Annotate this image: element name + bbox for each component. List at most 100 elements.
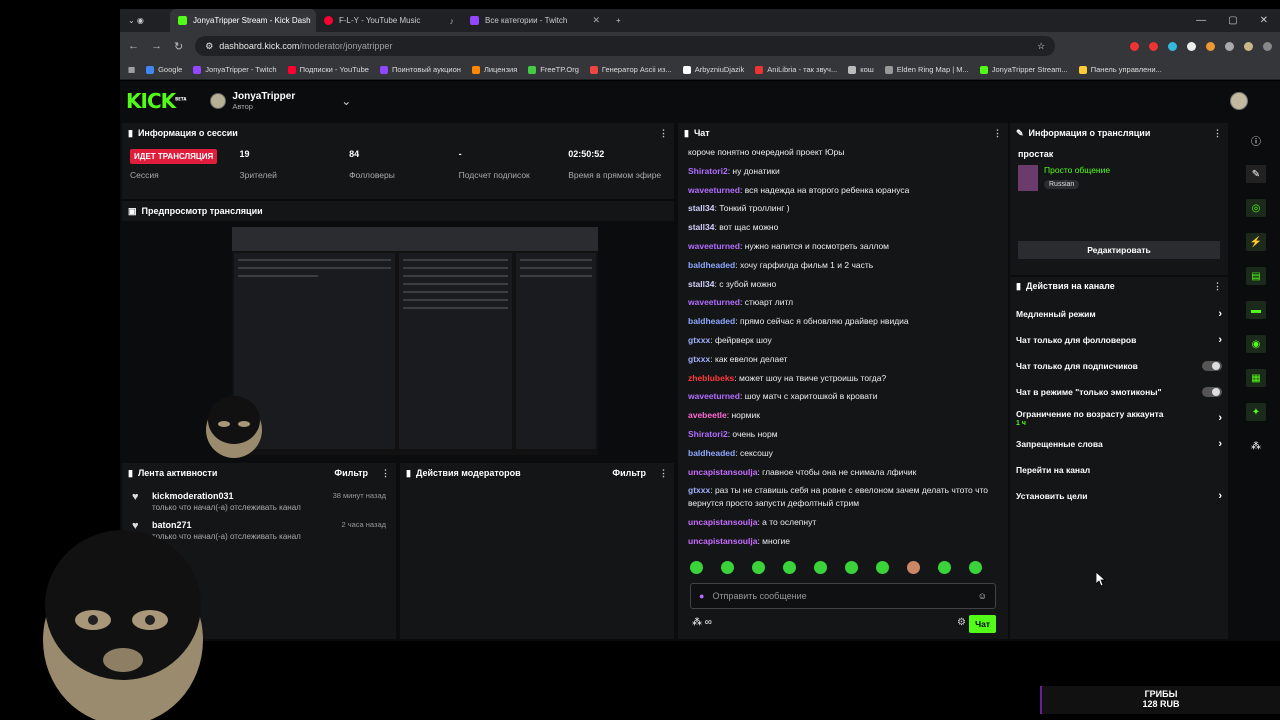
edit-stream-button[interactable]: Редактировать [1018,241,1220,259]
chat-username[interactable]: stall34 [688,222,714,232]
bookmark-kick-stream[interactable]: JonyaTripper Stream... [979,65,1068,74]
users-icon[interactable]: ▦ [1246,369,1266,387]
chat-username[interactable]: zheblubeks [688,373,734,383]
emote-icon[interactable] [938,561,951,574]
url-input[interactable]: ⚙ dashboard.kick.com/moderator/jonyatrip… [195,36,1056,56]
bookmark-twitch[interactable]: JonyaTripper - Twitch [193,65,277,74]
emote-icon[interactable] [845,561,858,574]
bookmark-google[interactable]: Google [146,65,182,74]
chat-username[interactable]: waveeturned [688,241,740,251]
filter-button[interactable]: Фильтр [334,468,368,478]
channel-action-option[interactable]: Запрещенные слова › [1010,431,1228,457]
chat-username[interactable]: baldheaded [688,448,735,458]
chat-users-icon[interactable]: ⁂ ∞ [692,617,712,628]
back-icon[interactable]: ← [128,40,139,52]
channel-action-option[interactable]: Чат в режиме "только эмотиконы" [1010,379,1228,405]
extension-icon[interactable] [1149,41,1158,51]
emote-icon[interactable] [783,561,796,574]
chat-username[interactable]: waveeturned [688,391,740,401]
wrench-icon[interactable]: ✦ [1246,403,1266,421]
more-options-icon[interactable]: ⋮ [381,468,390,479]
category-name[interactable]: Просто общение [1044,165,1110,175]
bookmark-star-icon[interactable]: ☆ [1037,41,1045,52]
bookmark-freetp[interactable]: FreeTP.Org [528,65,579,74]
bookmark-elden-ring[interactable]: Elden Ring Map | M... [884,65,969,74]
channel-action-option[interactable]: Перейти на канал [1010,457,1228,483]
microphone-icon[interactable]: ● [699,591,704,601]
emote-icon[interactable] [752,561,765,574]
chat-username[interactable]: uncapistansoulja [688,517,757,527]
more-options-icon[interactable]: ⋮ [1213,281,1222,292]
chat-username[interactable]: uncapistansoulja [688,536,757,546]
bolt-icon[interactable]: ⚡ [1246,233,1266,251]
bookmark-anilibria[interactable]: AniLibria - так звуч... [755,65,837,74]
extension-icon[interactable] [1187,41,1196,51]
maximize-icon[interactable]: ▢ [1228,15,1237,26]
channel-action-option[interactable]: Установить цели › [1010,483,1228,509]
emote-icon[interactable] [814,561,827,574]
chat-username[interactable]: avebeetle [688,410,727,420]
chat-username[interactable]: waveeturned [688,297,740,307]
extensions-puzzle-icon[interactable] [1225,41,1234,51]
user-avatar-icon[interactable] [1230,92,1248,110]
chat-username[interactable]: baldheaded [688,260,735,270]
extension-icon[interactable] [1206,41,1215,51]
apps-grid-icon[interactable]: ▦ [128,65,135,74]
menu-icon[interactable] [1263,41,1272,51]
channel-action-option[interactable]: Медленный режим › [1010,301,1228,327]
extension-icon[interactable] [1168,41,1177,51]
chat-username[interactable]: gtxxx [688,335,710,345]
bookmark-panel[interactable]: Панель управлени... [1078,65,1162,74]
emote-icon[interactable] [690,561,703,574]
minimize-icon[interactable]: — [1196,15,1206,26]
chat-bubble-icon[interactable]: ▬ [1246,301,1266,319]
tab-search-icon[interactable]: ⌄ ◉ [120,9,170,32]
settings-gear-icon[interactable]: ⚙ [957,617,966,628]
channel-switcher[interactable]: JonyaTripper Автор ⌄ [210,91,351,111]
bookmark-license[interactable]: Лицензия [471,65,517,74]
broadcast-icon[interactable]: ◉ [1246,335,1266,353]
more-options-icon[interactable]: ⋮ [659,128,668,139]
group-icon[interactable]: ⁂ [1246,437,1266,455]
toggle-switch[interactable] [1202,361,1222,371]
profile-avatar-icon[interactable] [1244,41,1253,51]
emote-icon[interactable] [876,561,889,574]
chat-username[interactable]: Shiratori2 [688,166,728,176]
more-options-icon[interactable]: ⋮ [659,468,668,479]
emote-icon[interactable] [969,561,982,574]
chat-username[interactable]: waveeturned [688,185,740,195]
channel-action-option[interactable]: Ограничение по возрасту аккаунта 1 ч › [1010,405,1228,431]
forward-icon[interactable]: → [151,40,162,52]
chat-username[interactable]: stall34 [688,279,714,289]
chat-username[interactable]: baldheaded [688,316,735,326]
chat-username[interactable]: stall34 [688,203,714,213]
info-icon[interactable]: ⓘ [1246,131,1266,149]
site-info-icon[interactable]: ⚙ [205,41,213,52]
emote-icon[interactable] [721,561,734,574]
bookmark-kosh[interactable]: кош [848,65,874,74]
bookmark-tiktok[interactable]: ArbyzniuDjazik [682,65,744,74]
more-options-icon[interactable]: ⋮ [993,128,1002,139]
new-tab-button[interactable]: + [608,9,632,32]
chat-input[interactable]: ● Отправить сообщение ☺ [690,583,996,609]
bookmark-youtube[interactable]: Подписки - YouTube [287,65,369,74]
tab-twitch[interactable]: Все категории - Twitch ✕ [462,9,608,32]
bookmark-ascii[interactable]: Генератор Ascii из... [589,65,672,74]
tab-kick-dashboard[interactable]: JonyaTripper Stream - Kick Dash ✕ [170,9,316,32]
more-options-icon[interactable]: ⋮ [1213,128,1222,139]
audio-icon[interactable]: ♪ [450,16,455,26]
bookmark-auction[interactable]: Поинтовый аукцион [379,65,461,74]
edit-icon[interactable]: ✎ [1246,165,1266,183]
chat-username[interactable]: gtxxx [688,485,710,495]
reload-icon[interactable]: ↻ [174,40,183,53]
chat-username[interactable]: gtxxx [688,354,710,364]
tab-youtube-music[interactable]: F-L-Y - YouTube Music ♪ [316,9,462,32]
chat-username[interactable]: uncapistansoulja [688,467,757,477]
close-tab-icon[interactable]: ✕ [592,15,600,26]
chat-username[interactable]: Shiratori2 [688,429,728,439]
channel-action-option[interactable]: Чат только для фолловеров › [1010,327,1228,353]
toggle-switch[interactable] [1202,387,1222,397]
document-icon[interactable]: ▤ [1246,267,1266,285]
filter-button[interactable]: Фильтр [612,468,646,478]
channel-action-option[interactable]: Чат только для подписчиков [1010,353,1228,379]
